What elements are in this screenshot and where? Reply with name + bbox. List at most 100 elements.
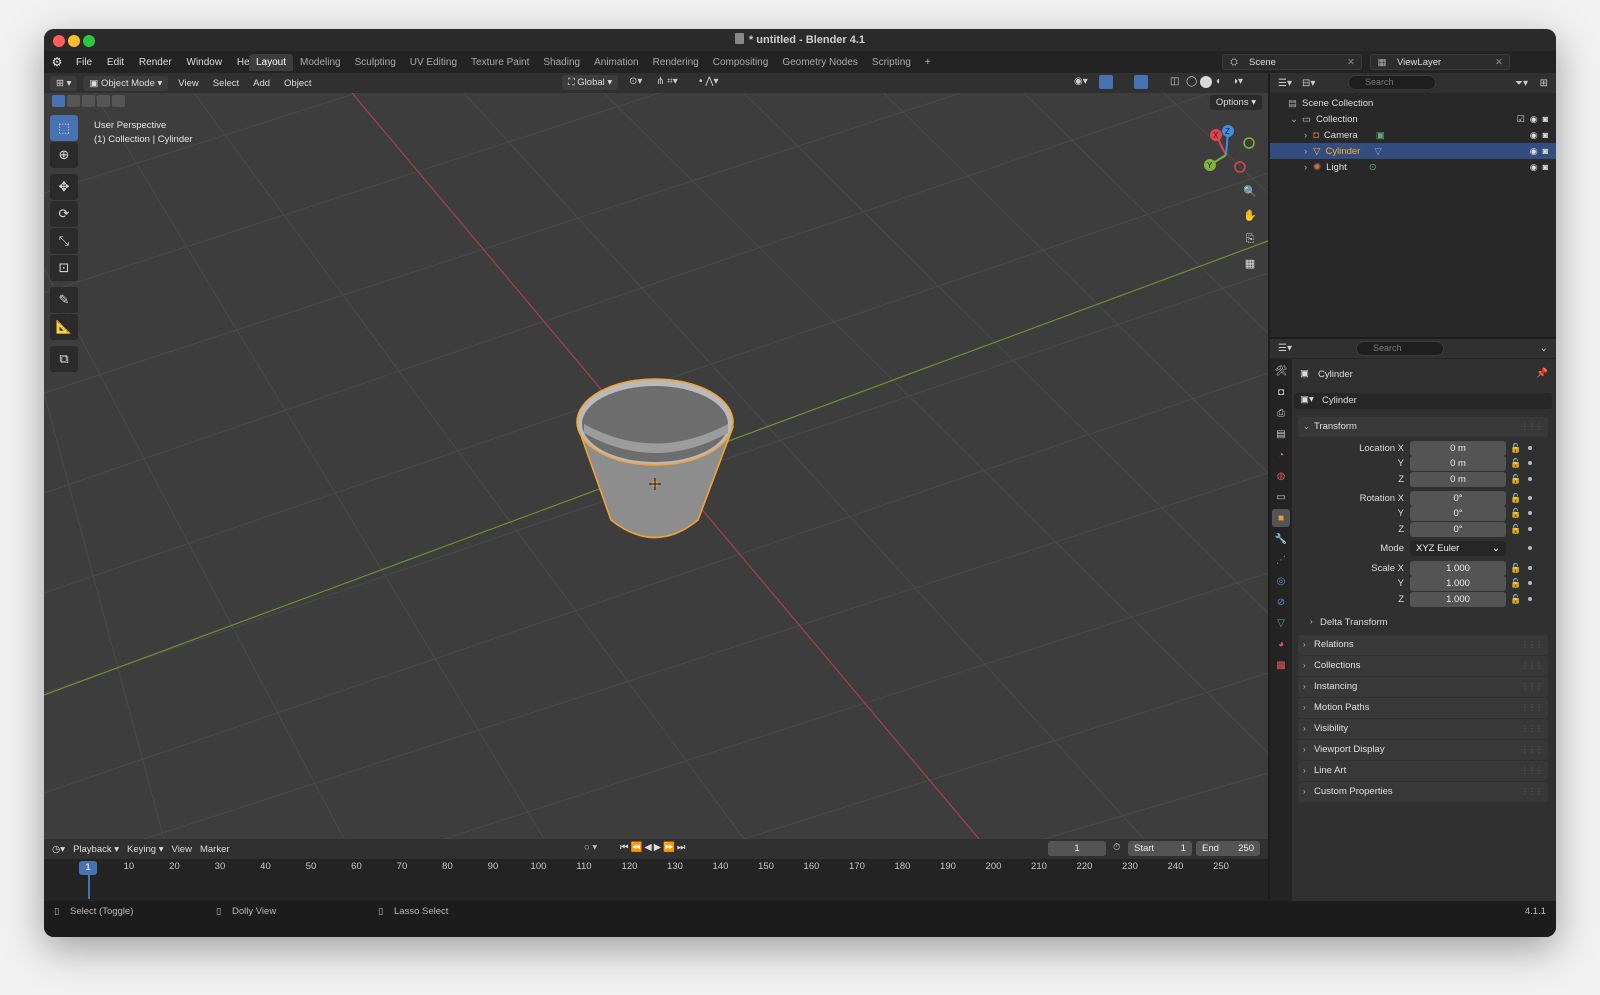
material-tab-icon[interactable]: ◕	[1272, 635, 1290, 653]
options-button[interactable]: Options ▾	[1209, 95, 1262, 110]
next-keyframe-icon[interactable]: ⏩	[663, 842, 677, 853]
keyframe-dot-icon[interactable]	[1528, 496, 1532, 500]
particles-tab-icon[interactable]: ⋰	[1272, 551, 1290, 569]
measure-tool-icon[interactable]: 📐	[50, 314, 78, 340]
lock-icon[interactable]: 🔓	[1510, 493, 1521, 504]
proportional-editing-icon[interactable]: • ⋀▾	[699, 76, 719, 87]
tab-modeling[interactable]: Modeling	[293, 54, 348, 71]
modifier-tab-icon[interactable]: 🔧	[1272, 530, 1290, 548]
tab-uv-editing[interactable]: UV Editing	[403, 54, 464, 71]
drag-grip-icon[interactable]: ⋮⋮⋮	[1521, 698, 1543, 718]
auto-keying-icon[interactable]: ○ ▾	[584, 842, 597, 853]
location-y-field[interactable]: 0 m	[1410, 456, 1506, 471]
visibility-eye-icon[interactable]: ◉	[1530, 162, 1538, 173]
add-cube-tool-icon[interactable]: ⧉	[50, 346, 78, 372]
render-tab-icon[interactable]: ◘	[1272, 383, 1290, 401]
physics-tab-icon[interactable]: ◎	[1272, 572, 1290, 590]
outliner-search-input[interactable]: Search	[1348, 75, 1436, 90]
relations-panel[interactable]: › Relations ⋮⋮⋮	[1298, 635, 1548, 655]
select-difference-icon[interactable]	[97, 95, 110, 107]
tool-tab-icon[interactable]: 🛠	[1272, 362, 1290, 380]
lock-icon[interactable]: 🔓	[1510, 508, 1521, 519]
material-preview-icon[interactable]: ◐	[1216, 76, 1222, 87]
tab-animation[interactable]: Animation	[587, 54, 645, 71]
current-frame-field[interactable]: 1	[1048, 841, 1106, 856]
outliner-item-cylinder[interactable]: › ▽ Cylinder ▽ ◉ ◙	[1270, 143, 1556, 159]
instancing-panel[interactable]: › Instancing ⋮⋮⋮	[1298, 677, 1548, 697]
data-tab-icon[interactable]: ▽	[1272, 614, 1290, 632]
tab-texture-paint[interactable]: Texture Paint	[464, 54, 536, 71]
menu-file[interactable]: File	[70, 57, 98, 68]
tab-geometry-nodes[interactable]: Geometry Nodes	[775, 54, 865, 71]
visibility-eye-icon[interactable]: ◉	[1530, 114, 1538, 125]
collapse-chevron-icon[interactable]: ›	[1304, 146, 1307, 157]
start-frame-field[interactable]: Start 1	[1128, 841, 1192, 856]
location-z-field[interactable]: 0 m	[1410, 472, 1506, 487]
menu-add[interactable]: Add	[249, 76, 274, 91]
tab-layout[interactable]: Layout	[249, 53, 294, 71]
outliner-item-light[interactable]: › ✺ Light ⊙ ◉ ◙	[1270, 159, 1556, 175]
light-data-icon[interactable]: ⊙	[1369, 162, 1377, 173]
rotation-z-field[interactable]: 0°	[1410, 522, 1506, 537]
display-mode-icon[interactable]: ⊟▾	[1302, 78, 1315, 89]
object-datablock-field[interactable]: ▣▾ Cylinder	[1294, 393, 1552, 409]
select-subtract-icon[interactable]	[82, 95, 95, 107]
object-tab-icon[interactable]: ■	[1272, 509, 1290, 527]
play-icon[interactable]: ▶	[654, 842, 663, 853]
outliner-scene-collection[interactable]: ▤ Scene Collection	[1270, 95, 1556, 111]
render-camera-icon[interactable]: ◙	[1543, 146, 1548, 157]
playhead-line[interactable]	[88, 875, 90, 899]
perspective-toggle-icon[interactable]: ▦	[1240, 253, 1260, 273]
rotation-y-field[interactable]: 0°	[1410, 506, 1506, 521]
tab-sculpting[interactable]: Sculpting	[348, 54, 403, 71]
frame-ruler[interactable]: 1 10 20 30 40 50 60 70 80 90 100 110 120 130 140 150 160…	[44, 859, 1268, 901]
scene-tab-icon[interactable]: ◔	[1272, 446, 1290, 464]
world-tab-icon[interactable]: ◍	[1272, 467, 1290, 485]
drag-grip-icon[interactable]: ⋮⋮⋮	[1521, 740, 1543, 760]
menu-edit[interactable]: Edit	[101, 57, 130, 68]
transform-panel-header[interactable]: ⌄ Transform ⋮⋮⋮	[1298, 417, 1548, 437]
menu-view[interactable]: View	[174, 76, 202, 91]
menu-render[interactable]: Render	[133, 57, 178, 68]
scale-tool-icon[interactable]: ⤡	[50, 228, 78, 254]
collapse-chevron-icon[interactable]: ›	[1304, 130, 1307, 141]
lock-icon[interactable]: 🔓	[1510, 458, 1521, 469]
view-layer-selector[interactable]: ▦ ViewLayer ✕	[1370, 54, 1510, 70]
visibility-panel[interactable]: › Visibility ⋮⋮⋮	[1298, 719, 1548, 739]
pivot-point-icon[interactable]: ⊙▾	[629, 76, 642, 87]
drag-grip-icon[interactable]: ⋮⋮⋮	[1521, 719, 1543, 739]
tab-scripting[interactable]: Scripting	[865, 54, 918, 71]
solid-shading-icon[interactable]	[1200, 76, 1212, 88]
remove-view-layer-icon[interactable]: ✕	[1495, 57, 1509, 68]
lock-icon[interactable]: 🔓	[1510, 524, 1521, 535]
outliner-item-camera[interactable]: › ◘ Camera ▣ ◉ ◙	[1270, 127, 1556, 143]
drag-grip-icon[interactable]: ⋮⋮⋮	[1521, 782, 1543, 802]
keyframe-dot-icon[interactable]	[1528, 511, 1532, 515]
drag-grip-icon[interactable]: ⋮⋮⋮	[1521, 635, 1543, 655]
preview-range-icon[interactable]: ⏱	[1113, 842, 1120, 853]
scene-selector[interactable]: ⛭ Scene ✕	[1222, 54, 1362, 70]
pin-icon[interactable]: 📌	[1536, 368, 1548, 379]
lock-icon[interactable]: 🔓	[1510, 563, 1521, 574]
menu-keying[interactable]: Keying ▾	[127, 844, 163, 855]
visibility-eye-icon[interactable]: ◉	[1530, 146, 1538, 157]
filter-icon[interactable]: ⏷▾	[1515, 78, 1528, 89]
camera-view-icon[interactable]: ⎘	[1240, 229, 1260, 249]
output-tab-icon[interactable]: ⎙	[1272, 404, 1290, 422]
custom-properties-panel[interactable]: › Custom Properties ⋮⋮⋮	[1298, 782, 1548, 802]
constraints-tab-icon[interactable]: ⊘	[1272, 593, 1290, 611]
location-x-field[interactable]: 0 m	[1410, 441, 1506, 456]
jump-start-icon[interactable]: ⏮	[620, 842, 631, 853]
lock-icon[interactable]: 🔓	[1510, 443, 1521, 454]
new-collection-icon[interactable]: ⊞	[1540, 78, 1548, 89]
wireframe-shading-icon[interactable]: ◯	[1186, 76, 1197, 87]
rotation-mode-dropdown[interactable]: XYZ Euler ⌄	[1410, 541, 1506, 556]
transform-orientation-dropdown[interactable]: ⛶ Global ▾	[562, 75, 619, 90]
menu-select[interactable]: Select	[209, 76, 243, 91]
keyframe-dot-icon[interactable]	[1528, 461, 1532, 465]
render-camera-icon[interactable]: ◙	[1543, 130, 1548, 141]
lock-icon[interactable]: 🔓	[1510, 474, 1521, 485]
scale-z-field[interactable]: 1.000	[1410, 592, 1506, 607]
visibility-selectability-icon[interactable]: ◉▾	[1074, 76, 1088, 87]
tab-shading[interactable]: Shading	[536, 54, 587, 71]
